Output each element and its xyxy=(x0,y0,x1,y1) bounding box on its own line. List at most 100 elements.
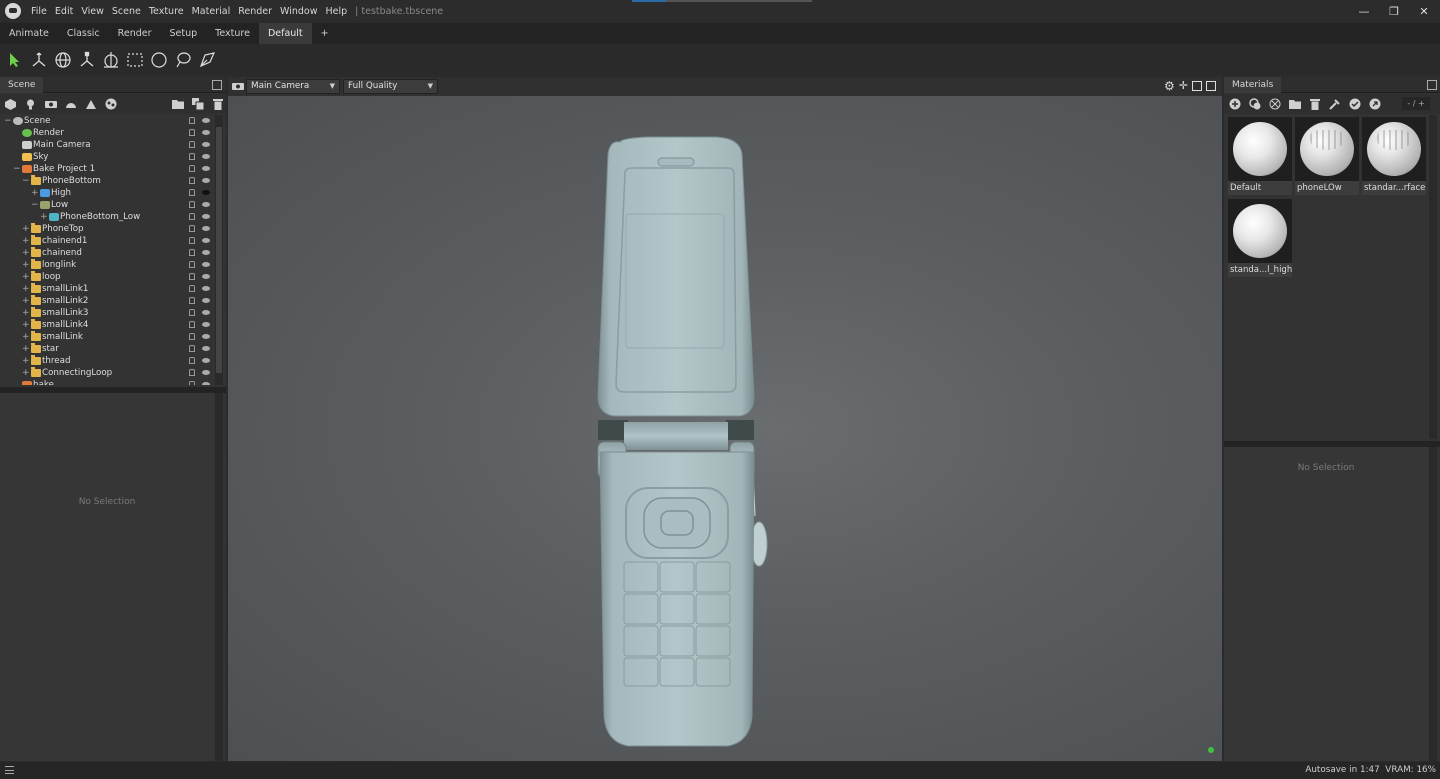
visibility-eye-icon[interactable] xyxy=(202,334,210,339)
expand-toggle-icon[interactable]: + xyxy=(31,187,39,199)
checker-icon[interactable] xyxy=(1268,98,1281,111)
tree-row[interactable]: bake xyxy=(0,379,214,385)
tab-render[interactable]: Render xyxy=(108,23,161,44)
lock-icon[interactable] xyxy=(189,309,195,316)
expand-toggle-icon[interactable]: + xyxy=(22,259,30,271)
visibility-eye-icon[interactable] xyxy=(202,310,210,315)
close-button[interactable]: ✕ xyxy=(1416,3,1432,19)
visibility-eye-icon[interactable] xyxy=(202,274,210,279)
add-mesh-icon[interactable] xyxy=(4,98,17,111)
tree-row[interactable]: − Scene xyxy=(0,115,214,127)
tab-default[interactable]: Default xyxy=(258,23,312,44)
add-camera-icon[interactable] xyxy=(44,98,57,111)
material-page-control[interactable]: - / + xyxy=(1402,97,1430,110)
expand-toggle-icon[interactable]: + xyxy=(22,307,30,319)
translate-icon[interactable] xyxy=(29,50,49,70)
paint-select-icon[interactable] xyxy=(197,50,217,70)
expand-toggle-icon[interactable]: + xyxy=(22,367,30,379)
visibility-eye-icon[interactable] xyxy=(202,346,210,351)
lock-icon[interactable] xyxy=(189,141,195,148)
properties-scrollbar[interactable] xyxy=(1429,447,1437,761)
materials-scrollbar[interactable] xyxy=(1429,115,1437,439)
visibility-eye-icon[interactable] xyxy=(202,166,210,171)
move-view-icon[interactable]: ✛ xyxy=(1179,80,1188,92)
tree-row[interactable]: + PhoneBottom_Low xyxy=(0,211,214,223)
expand-toggle-icon[interactable]: − xyxy=(4,115,12,127)
apply-icon[interactable] xyxy=(1348,98,1361,111)
material-phonelow[interactable]: phoneLOw xyxy=(1295,117,1359,195)
quality-select[interactable]: Full Quality ▼ xyxy=(343,79,438,94)
expand-toggle-icon[interactable]: + xyxy=(22,331,30,343)
tree-row[interactable]: + PhoneTop xyxy=(0,223,214,235)
tree-row[interactable]: + ConnectingLoop xyxy=(0,367,214,379)
expand-toggle-icon[interactable]: − xyxy=(22,175,30,187)
tree-row[interactable]: Sky xyxy=(0,151,214,163)
folder-icon[interactable] xyxy=(1288,98,1301,111)
lock-icon[interactable] xyxy=(189,153,195,160)
menu-texture[interactable]: Texture xyxy=(145,6,188,17)
tab-animate[interactable]: Animate xyxy=(0,23,58,44)
lock-icon[interactable] xyxy=(189,249,195,256)
tree-row[interactable]: + chainend xyxy=(0,247,214,259)
restore-button[interactable]: ❐ xyxy=(1386,3,1402,19)
lock-icon[interactable] xyxy=(189,345,195,352)
expand-toggle-icon[interactable]: + xyxy=(22,295,30,307)
lock-icon[interactable] xyxy=(189,261,195,268)
tree-row[interactable]: − PhoneBottom xyxy=(0,175,214,187)
add-material-icon[interactable] xyxy=(1228,98,1241,111)
expand-toggle-icon[interactable]: + xyxy=(22,271,30,283)
scale-icon[interactable] xyxy=(77,50,97,70)
expand-toggle-icon[interactable]: + xyxy=(22,343,30,355)
lock-icon[interactable] xyxy=(189,273,195,280)
menu-scene[interactable]: Scene xyxy=(108,6,145,17)
menu-help[interactable]: Help xyxy=(322,6,352,17)
add-light-icon[interactable] xyxy=(24,98,37,111)
menu-file[interactable]: File xyxy=(27,6,51,17)
add-baker-icon[interactable] xyxy=(104,98,117,111)
tab-scene[interactable]: Scene xyxy=(0,77,44,93)
add-sky-icon[interactable] xyxy=(64,98,77,111)
duplicate-material-icon[interactable] xyxy=(1248,98,1261,111)
delete-icon[interactable] xyxy=(1308,98,1321,111)
tree-row[interactable]: + smallLink xyxy=(0,331,214,343)
delete-icon[interactable] xyxy=(211,98,224,111)
select-arrow-icon[interactable] xyxy=(5,50,25,70)
viewport-canvas[interactable] xyxy=(228,96,1222,761)
visibility-eye-icon[interactable] xyxy=(202,142,210,147)
tab-texture[interactable]: Texture xyxy=(206,23,259,44)
lock-icon[interactable] xyxy=(189,201,195,208)
tree-row[interactable]: + smallLink1 xyxy=(0,283,214,295)
lock-icon[interactable] xyxy=(189,213,195,220)
tree-row[interactable]: + chainend1 xyxy=(0,235,214,247)
tree-scrollbar[interactable] xyxy=(215,115,223,385)
tree-row[interactable]: + smallLink3 xyxy=(0,307,214,319)
tree-row[interactable]: Render xyxy=(0,127,214,139)
visibility-eye-icon[interactable] xyxy=(202,286,210,291)
transform-all-icon[interactable] xyxy=(101,50,121,70)
visibility-eye-icon[interactable] xyxy=(202,154,210,159)
menu-window[interactable]: Window xyxy=(276,6,321,17)
tree-row[interactable]: + loop xyxy=(0,271,214,283)
tree-row[interactable]: + smallLink2 xyxy=(0,295,214,307)
visibility-eye-icon[interactable] xyxy=(202,298,210,303)
material-standard-surface1[interactable]: standar...rface1 xyxy=(1362,117,1426,195)
gear-icon[interactable]: ⚙ xyxy=(1164,80,1175,92)
lock-icon[interactable] xyxy=(189,321,195,328)
menu-render[interactable]: Render xyxy=(234,6,276,17)
lock-icon[interactable] xyxy=(189,285,195,292)
expand-toggle-icon[interactable]: + xyxy=(22,235,30,247)
lock-icon[interactable] xyxy=(189,165,195,172)
visibility-eye-icon[interactable] xyxy=(202,262,210,267)
tab-setup[interactable]: Setup xyxy=(160,23,207,44)
expand-toggle-icon[interactable]: + xyxy=(22,223,30,235)
expand-toggle-icon[interactable]: − xyxy=(13,163,21,175)
lock-icon[interactable] xyxy=(189,189,195,196)
tree-row[interactable]: + star xyxy=(0,343,214,355)
reset-icon[interactable] xyxy=(1368,98,1381,111)
tree-row[interactable]: − Low xyxy=(0,199,214,211)
camera-select[interactable]: Main Camera ▼ xyxy=(246,79,340,94)
visibility-eye-icon[interactable] xyxy=(202,178,210,183)
popout-icon[interactable] xyxy=(212,80,222,90)
tree-row[interactable]: + High xyxy=(0,187,214,199)
tree-row[interactable]: − Bake Project 1 xyxy=(0,163,214,175)
